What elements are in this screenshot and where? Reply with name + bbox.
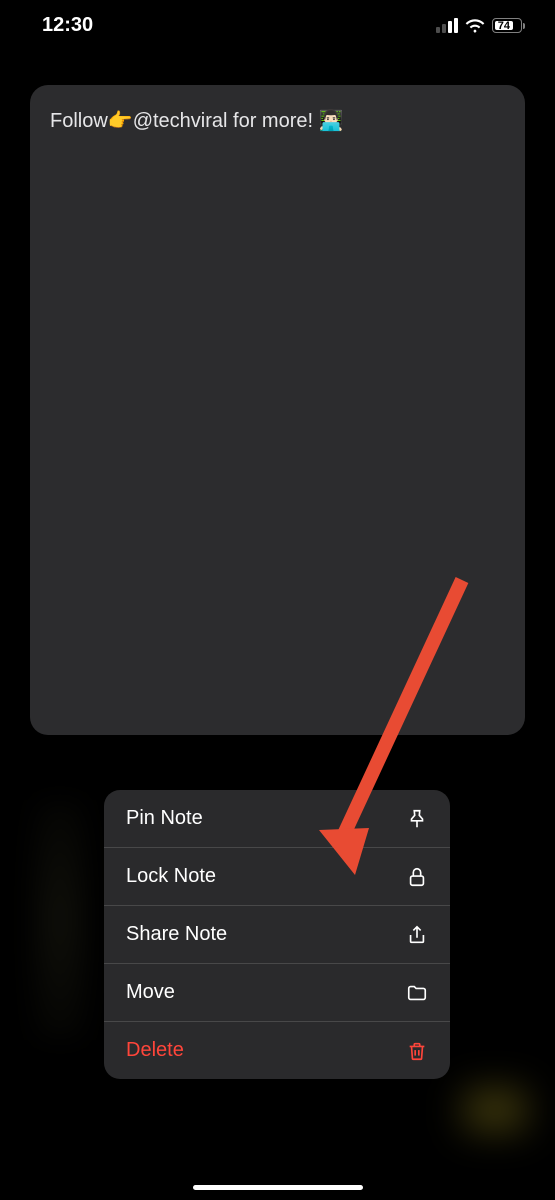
pin-icon [406, 808, 428, 830]
trash-icon [406, 1040, 428, 1062]
background-blur [455, 1080, 535, 1140]
status-indicators: 74 [436, 18, 525, 33]
menu-label: Lock Note [126, 865, 216, 888]
lock-icon [406, 866, 428, 888]
battery-level: 74 [495, 21, 513, 30]
lock-note-menuitem[interactable]: Lock Note [104, 848, 450, 906]
status-bar: 12:30 74 [0, 0, 555, 47]
share-icon [406, 924, 428, 946]
context-menu: Pin Note Lock Note Share Note Move Delet… [104, 790, 450, 1079]
note-preview-card[interactable]: Follow👉@techviral for more! 👨🏻‍💻 [30, 85, 525, 735]
battery-indicator: 74 [492, 18, 525, 33]
background-blur [30, 800, 90, 1040]
pin-note-menuitem[interactable]: Pin Note [104, 790, 450, 848]
cellular-signal-icon [436, 18, 458, 33]
move-menuitem[interactable]: Move [104, 964, 450, 1022]
status-time: 12:30 [42, 14, 93, 37]
folder-icon [406, 982, 428, 1004]
delete-menuitem[interactable]: Delete [104, 1022, 450, 1079]
wifi-icon [465, 18, 485, 33]
menu-label: Share Note [126, 923, 227, 946]
home-indicator[interactable] [193, 1185, 363, 1190]
menu-label: Move [126, 981, 175, 1004]
share-note-menuitem[interactable]: Share Note [104, 906, 450, 964]
menu-label: Pin Note [126, 807, 203, 830]
note-content: Follow👉@techviral for more! 👨🏻‍💻 [50, 107, 505, 135]
menu-label: Delete [126, 1039, 184, 1062]
